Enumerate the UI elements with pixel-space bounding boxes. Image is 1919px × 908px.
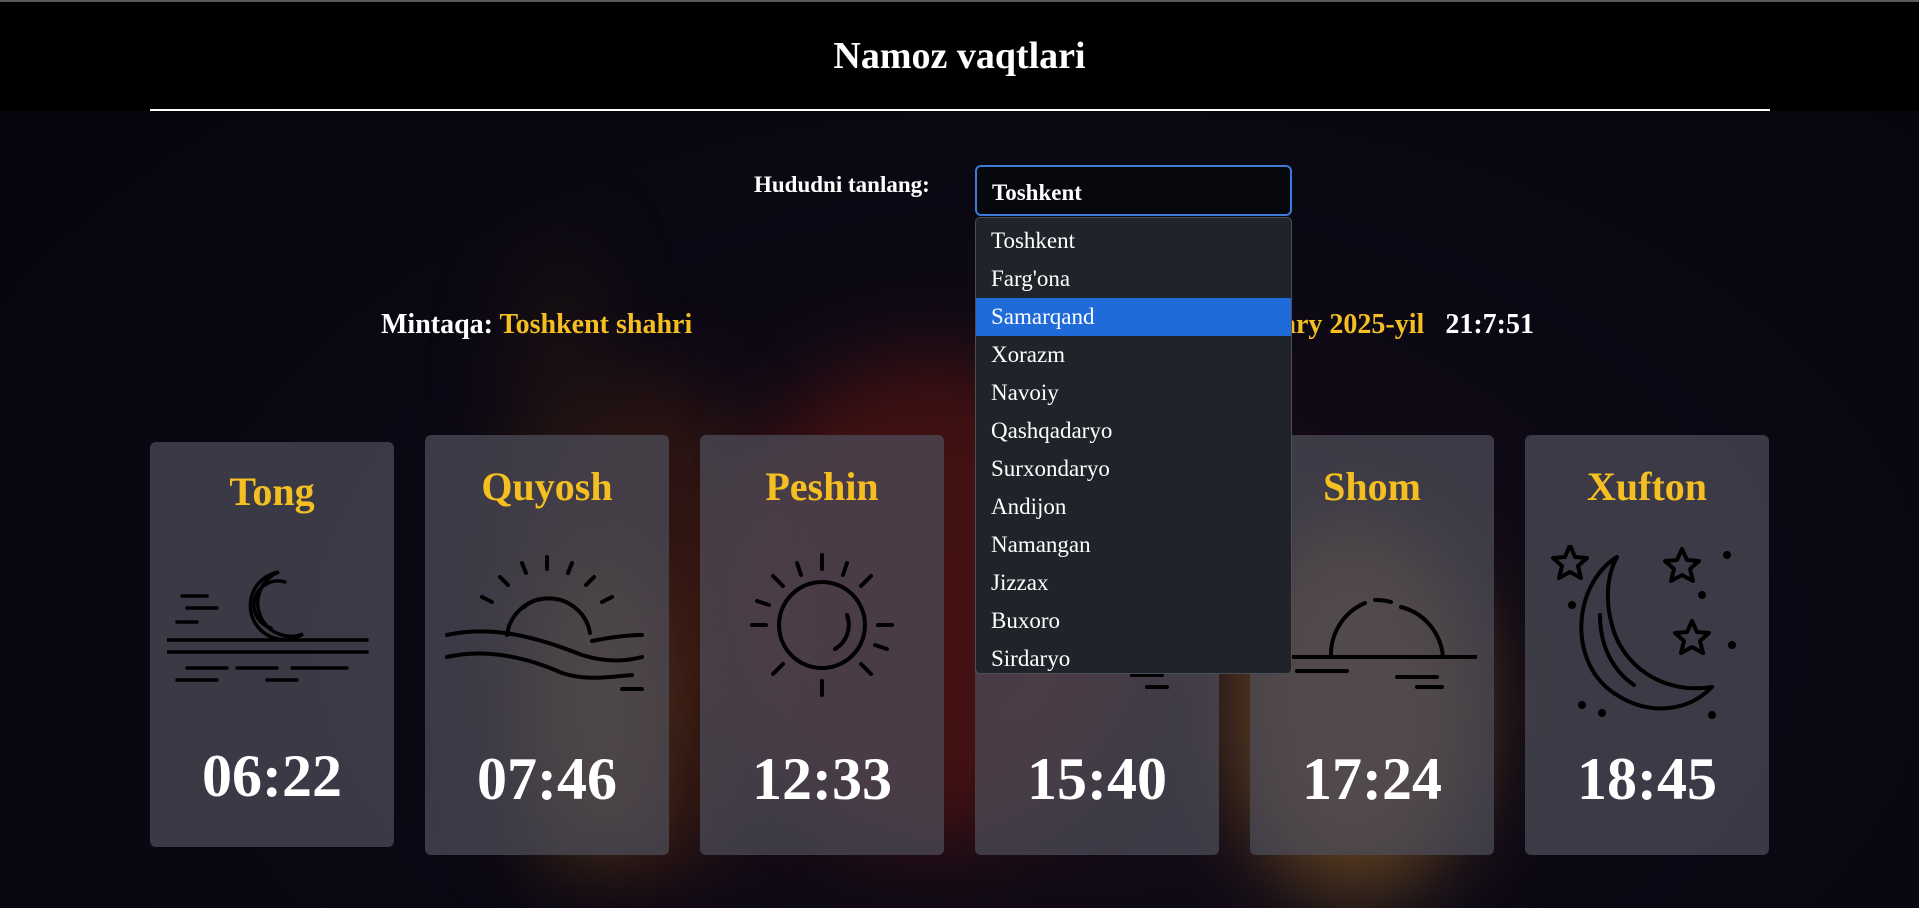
region-option-toshkent[interactable]: Toshkent <box>976 222 1291 260</box>
region-option-namangan[interactable]: Namangan <box>976 526 1291 564</box>
prayer-name: Quyosh <box>481 464 613 509</box>
region-dropdown-list[interactable]: Toshkent Farg'ona Samarqand Xorazm Navoi… <box>975 217 1292 674</box>
prayer-card-quyosh: Quyosh 07:46 <box>425 435 669 855</box>
region-select-label: Hududni tanlang: <box>754 172 930 197</box>
moonset-icon <box>167 570 369 682</box>
sunset-icon <box>1285 597 1477 689</box>
region-option-samarqand[interactable]: Samarqand <box>976 298 1291 336</box>
prayer-time: 18:45 <box>1577 746 1717 812</box>
mintaqa-label: Mintaqa: <box>381 309 493 340</box>
prayer-time: 12:33 <box>752 746 892 812</box>
prayer-name: Peshin <box>765 464 879 509</box>
prayer-name: Xufton <box>1586 464 1708 509</box>
region-select[interactable]: Toshkent <box>975 165 1292 216</box>
region-option-surxondaryo[interactable]: Surxondaryo <box>976 450 1291 488</box>
region-option-navoiy[interactable]: Navoiy <box>976 374 1291 412</box>
region-option-buxoro[interactable]: Buxoro <box>976 602 1291 640</box>
prayer-card-xufton: Xufton 18:45 <box>1525 435 1769 855</box>
date-info: ary 2025-yil 21:7:51 <box>1282 309 1534 341</box>
page-title: Namoz vaqtlari <box>833 35 1086 77</box>
region-option-qashqadaryo[interactable]: Qashqadaryo <box>976 412 1291 450</box>
sunrise-icon <box>445 555 644 691</box>
prayer-card-tong: Tong 06:22 <box>150 442 394 847</box>
region-option-sirdaryo[interactable]: Sirdaryo <box>976 640 1291 678</box>
region-option-andijon[interactable]: Andijon <box>976 488 1291 526</box>
prayer-name: Tong <box>229 469 315 514</box>
region-option-jizzax[interactable]: Jizzax <box>976 564 1291 602</box>
mintaqa-value: Toshkent shahri <box>499 309 693 340</box>
region-option-xorazm[interactable]: Xorazm <box>976 336 1291 374</box>
prayer-time: 15:40 <box>1027 746 1167 812</box>
moon-stars-icon <box>1551 545 1736 719</box>
prayer-time: 07:46 <box>477 746 617 812</box>
region-info: Mintaqa: Toshkent shahri <box>381 309 692 341</box>
prayer-time: 06:22 <box>202 743 342 809</box>
clock-text: 21:7:51 <box>1445 309 1534 340</box>
sun-icon <box>750 553 894 697</box>
prayer-card-peshin: Peshin 12:33 <box>700 435 944 855</box>
region-option-fargona[interactable]: Farg'ona <box>976 260 1291 298</box>
date-text: ary 2025-yil <box>1282 309 1425 340</box>
prayer-time: 17:24 <box>1302 746 1442 812</box>
region-select-value: Toshkent <box>992 180 1082 205</box>
header-divider <box>150 109 1770 111</box>
page-header: Namoz vaqtlari <box>0 0 1919 111</box>
